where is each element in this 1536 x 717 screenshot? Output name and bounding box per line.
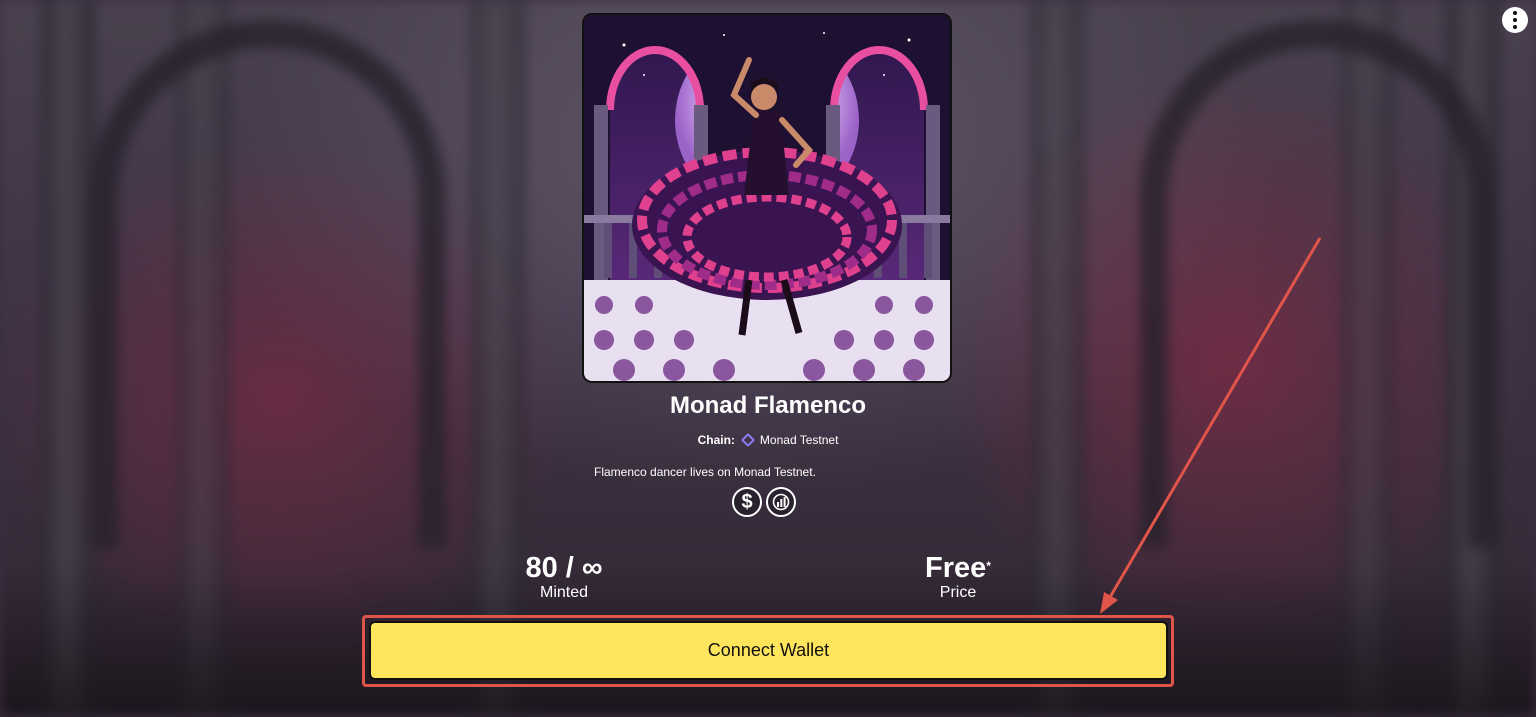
chart-icon[interactable] <box>766 487 796 517</box>
chain-label: Chain: <box>697 433 735 447</box>
monad-logo-icon <box>740 432 755 448</box>
price-value-wrap: Free* <box>858 551 1058 585</box>
price-value: Free <box>925 552 987 584</box>
minted-stat: 80 / ∞ Minted <box>464 551 664 603</box>
collection-description: Flamenco dancer lives on Monad Testnet. <box>594 465 816 479</box>
minted-label: Minted <box>539 584 589 601</box>
nft-artwork <box>582 13 952 383</box>
mint-page: Monad Flamenco Chain: Monad Testnet Flam… <box>0 0 1536 717</box>
collection-links: $ <box>732 487 796 517</box>
minted-value: 80 / ∞ <box>525 552 603 584</box>
chain-name: Monad Testnet <box>759 433 839 447</box>
more-vertical-icon <box>1513 11 1517 29</box>
price-stat: Free* Price <box>858 551 1058 603</box>
price-label: Price <box>939 584 977 601</box>
chain-info: Chain: Monad Testnet <box>0 432 1536 448</box>
more-options-button[interactable] <box>1502 7 1528 33</box>
collection-title: Monad Flamenco <box>669 392 867 419</box>
connect-wallet-button[interactable]: Connect Wallet <box>369 621 1168 680</box>
price-footnote-marker: * <box>986 559 991 573</box>
dollar-icon[interactable]: $ <box>732 487 762 517</box>
